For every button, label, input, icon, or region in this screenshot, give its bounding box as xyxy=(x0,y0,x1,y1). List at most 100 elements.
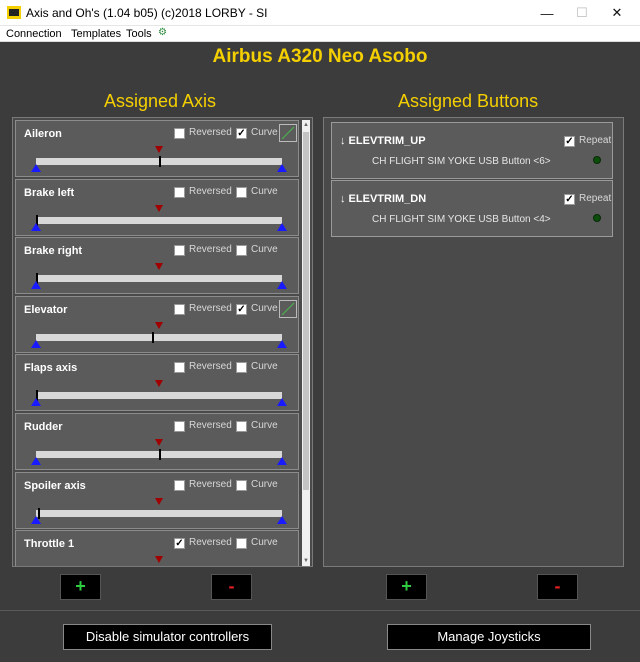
center-marker-icon xyxy=(155,556,163,563)
max-handle-icon[interactable] xyxy=(277,164,287,172)
assigned-buttons-title: Assigned Buttons xyxy=(398,91,539,111)
menu-templates[interactable]: Templates xyxy=(71,28,121,40)
min-handle-icon[interactable] xyxy=(31,398,41,406)
menu-connection[interactable]: Connection xyxy=(6,28,62,40)
axis-slider[interactable] xyxy=(36,334,282,341)
curve-checkbox[interactable] xyxy=(236,538,247,549)
axis-card[interactable]: Elevator Reversed ✓ Curve xyxy=(15,296,299,353)
axis-card[interactable]: Brake right Reversed Curve xyxy=(15,237,299,294)
curve-checkbox[interactable] xyxy=(236,187,247,198)
add-axis-button[interactable]: + xyxy=(60,574,101,600)
min-handle-icon[interactable] xyxy=(31,516,41,524)
curve-checkbox[interactable]: ✓ xyxy=(236,304,247,315)
max-handle-icon[interactable] xyxy=(277,516,287,524)
curve-checkbox[interactable]: ✓ xyxy=(236,128,247,139)
reversed-checkbox[interactable] xyxy=(174,128,185,139)
axis-card[interactable]: Throttle 1 ✓ Reversed Curve xyxy=(15,530,299,566)
axis-name: Rudder xyxy=(24,421,63,433)
status-gear-icon[interactable]: ⚙ xyxy=(158,27,167,38)
reversed-checkbox[interactable] xyxy=(174,304,185,315)
axis-name: Brake right xyxy=(24,245,83,257)
max-handle-icon[interactable] xyxy=(277,340,287,348)
max-handle-icon[interactable] xyxy=(277,223,287,231)
curve-label: Curve xyxy=(251,479,278,490)
manage-joysticks-button[interactable]: Manage Joysticks xyxy=(387,624,591,650)
menu-bar: Connection Templates Tools ⚙ xyxy=(0,26,640,42)
axis-scrollbar[interactable]: ▲ ▼ xyxy=(302,120,310,566)
axis-slider[interactable] xyxy=(36,392,282,399)
reversed-checkbox[interactable] xyxy=(174,362,185,373)
axis-slider[interactable] xyxy=(36,275,282,282)
menu-tools[interactable]: Tools xyxy=(126,28,152,40)
reversed-checkbox[interactable]: ✓ xyxy=(174,538,185,549)
status-led-icon xyxy=(593,214,601,222)
reversed-label: Reversed xyxy=(189,244,232,255)
button-assignment-card[interactable]: ↓ ELEVTRIM_UP ✓ Repeat CH FLIGHT SIM YOKE U… xyxy=(331,122,613,179)
center-marker-icon xyxy=(155,380,163,387)
min-handle-icon[interactable] xyxy=(31,281,41,289)
axis-card[interactable]: Spoiler axis Reversed Curve xyxy=(15,472,299,529)
add-button-button[interactable]: + xyxy=(386,574,427,600)
remove-button-button[interactable]: - xyxy=(537,574,578,600)
reversed-checkbox[interactable] xyxy=(174,187,185,198)
max-handle-icon[interactable] xyxy=(277,281,287,289)
center-marker-icon xyxy=(155,439,163,446)
axis-card[interactable]: Flaps axis Reversed Curve xyxy=(15,354,299,411)
curve-checkbox[interactable] xyxy=(236,362,247,373)
curve-edit-icon[interactable] xyxy=(279,124,297,142)
curve-label: Curve xyxy=(251,537,278,548)
button-assignment-card[interactable]: ↓ ELEVTRIM_DN ✓ Repeat CH FLIGHT SIM YOKE U… xyxy=(331,180,613,237)
reversed-label: Reversed xyxy=(189,127,232,138)
min-handle-icon[interactable] xyxy=(31,164,41,172)
min-handle-icon[interactable] xyxy=(31,223,41,231)
reversed-label: Reversed xyxy=(189,186,232,197)
center-marker-icon xyxy=(155,146,163,153)
device-button-label: CH FLIGHT SIM YOKE USB Button <6> xyxy=(372,156,551,167)
axis-slider[interactable] xyxy=(36,217,282,224)
repeat-checkbox[interactable]: ✓ xyxy=(564,136,575,147)
curve-edit-icon[interactable] xyxy=(279,300,297,318)
axis-list: Aileron Reversed ✓ Curve Brake left Reversed C… xyxy=(15,120,301,566)
curve-label: Curve xyxy=(251,127,278,138)
curve-checkbox[interactable] xyxy=(236,245,247,256)
max-handle-icon[interactable] xyxy=(277,457,287,465)
scroll-thumb[interactable] xyxy=(303,132,309,490)
center-marker-icon xyxy=(155,498,163,505)
curve-label: Curve xyxy=(251,361,278,372)
reversed-label: Reversed xyxy=(189,361,232,372)
app-icon xyxy=(7,6,21,19)
axis-slider[interactable] xyxy=(36,510,282,517)
center-marker-icon xyxy=(155,263,163,270)
status-led-icon xyxy=(593,156,601,164)
reversed-checkbox[interactable] xyxy=(174,421,185,432)
center-marker-icon xyxy=(155,205,163,212)
curve-checkbox[interactable] xyxy=(236,480,247,491)
remove-axis-button[interactable]: - xyxy=(211,574,252,600)
scroll-down-icon[interactable]: ▼ xyxy=(302,556,310,566)
curve-label: Curve xyxy=(251,303,278,314)
max-handle-icon[interactable] xyxy=(277,398,287,406)
axis-name: Throttle 1 xyxy=(24,538,75,550)
reversed-label: Reversed xyxy=(189,537,232,548)
scroll-up-icon[interactable]: ▲ xyxy=(302,120,310,130)
button-assignment-name: ↓ ELEVTRIM_UP xyxy=(340,135,426,147)
reversed-checkbox[interactable] xyxy=(174,245,185,256)
disable-simulator-controllers-button[interactable]: Disable simulator controllers xyxy=(63,624,272,650)
axis-card[interactable]: Rudder Reversed Curve xyxy=(15,413,299,470)
window-title: Axis and Oh's (1.04 b05) (c)2018 LORBY -… xyxy=(26,6,268,20)
reversed-label: Reversed xyxy=(189,303,232,314)
axis-card[interactable]: Aileron Reversed ✓ Curve xyxy=(15,120,299,177)
close-button[interactable]: ✕ xyxy=(594,0,640,26)
min-handle-icon[interactable] xyxy=(31,340,41,348)
repeat-label: Repeat xyxy=(579,135,612,146)
button-assignment-name: ↓ ELEVTRIM_DN xyxy=(340,193,427,205)
axis-card[interactable]: Brake left Reversed Curve xyxy=(15,179,299,236)
curve-label: Curve xyxy=(251,244,278,255)
axis-name: Elevator xyxy=(24,304,68,316)
repeat-checkbox[interactable]: ✓ xyxy=(564,194,575,205)
axis-name: Aileron xyxy=(24,128,62,140)
reversed-checkbox[interactable] xyxy=(174,480,185,491)
axis-position-marker xyxy=(159,156,161,167)
curve-checkbox[interactable] xyxy=(236,421,247,432)
min-handle-icon[interactable] xyxy=(31,457,41,465)
